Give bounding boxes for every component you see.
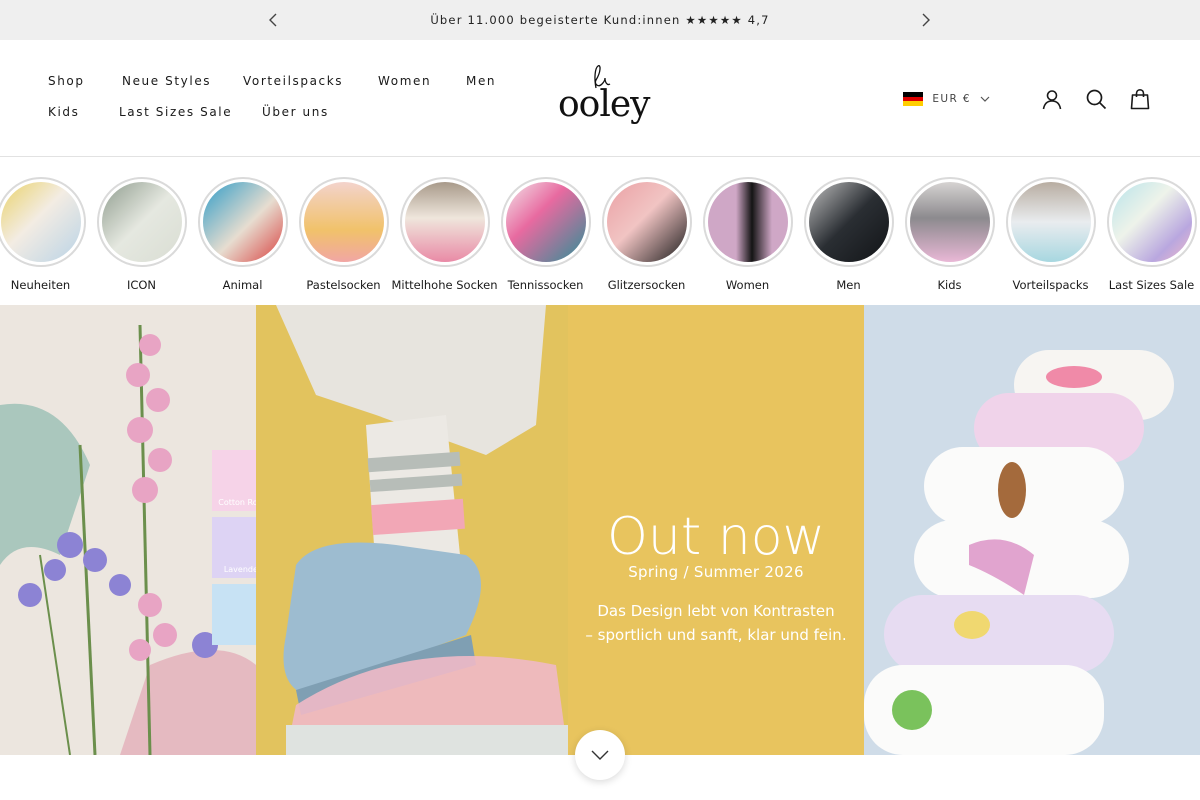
hero-image-rolled-socks [864,305,1200,755]
hero-image-socks-shoe [256,305,568,755]
category-vorteilspacks[interactable]: Vorteilspacks [1000,177,1101,292]
category-label: Kids [937,278,962,292]
announcement-text: Über 11.000 begeisterte Kund:innen ★★★★★… [430,13,770,27]
nav-item-ueber-uns[interactable]: Über uns [262,105,329,119]
hero-title: Out now [606,507,826,567]
nav-item-women[interactable]: Women [378,74,431,88]
announcement-bar: Über 11.000 begeisterte Kund:innen ★★★★★… [0,0,1200,40]
hero-description-line1: Das Design lebt von Kontrasten [597,602,835,620]
germany-flag-icon [903,92,924,107]
category-image [0,177,86,267]
category-label: Tennissocken [507,278,584,292]
hero-banner[interactable]: Cotton Rose Lavender Out now Spring / Su… [0,305,1200,755]
category-label: Animal [222,278,263,292]
category-carousel: Neuheiten ICON Animal Pastelsocken Mitte… [0,157,1200,305]
category-label: Vorteilspacks [1012,278,1089,292]
category-icon[interactable]: ICON [91,177,192,292]
category-label: Women [725,278,770,292]
category-image [500,177,591,267]
category-animal[interactable]: Animal [192,177,293,292]
category-mittelhohe-socken[interactable]: Mittelhohe Socken [391,177,498,292]
account-icon[interactable] [1040,87,1064,111]
category-image [803,177,894,267]
currency-label: EUR € [932,93,971,105]
hero-copy: Out now Spring / Summer 2026 Das Design … [568,505,864,647]
category-image [1106,177,1197,267]
site-header: Shop Neue Styles Vorteilspacks Women Men… [0,40,1200,157]
header-utilities: EUR € [903,86,1152,112]
category-image [702,177,793,267]
category-glitzersocken[interactable]: Glitzersocken [596,177,697,292]
bag-icon[interactable] [1128,87,1152,111]
category-label: Men [836,278,861,292]
hero-description: Das Design lebt von Kontrasten – sportli… [568,599,864,647]
category-image [1005,177,1096,267]
category-image [197,177,288,267]
category-tennissocken[interactable]: Tennissocken [495,177,596,292]
nav-item-neue-styles[interactable]: Neue Styles [122,74,211,88]
chevron-down-icon [980,96,990,102]
category-label: Pastelsocken [306,278,381,292]
category-label: Glitzersocken [607,278,686,292]
category-label: Neuheiten [10,278,71,292]
category-women[interactable]: Women [697,177,798,292]
nav-item-last-sizes-sale[interactable]: Last Sizes Sale [119,105,232,119]
nav-item-vorteilspacks[interactable]: Vorteilspacks [243,74,343,88]
category-label: Mittelhohe Socken [391,278,498,292]
currency-selector[interactable]: EUR € [903,92,990,107]
nav-item-shop[interactable]: Shop [48,74,85,88]
logo-wordmark: ooley [558,84,651,125]
category-neuheiten[interactable]: Neuheiten [0,177,91,292]
chevron-down-icon [591,750,609,760]
nav-item-kids[interactable]: Kids [48,105,79,119]
category-label: Last Sizes Sale [1108,278,1195,292]
category-last-sizes-sale[interactable]: Last Sizes Sale [1101,177,1200,292]
chevron-left-icon[interactable] [263,10,283,30]
category-image [298,177,389,267]
scroll-down-button[interactable] [575,730,625,780]
category-men[interactable]: Men [798,177,899,292]
category-pastelsocken[interactable]: Pastelsocken [293,177,394,292]
logo[interactable]: ooley [552,62,652,134]
chevron-right-icon[interactable] [916,10,936,30]
category-image [904,177,995,267]
search-icon[interactable] [1084,87,1108,111]
category-image [399,177,490,267]
hero-description-line2: – sportlich und sanft, klar und fein. [585,626,847,644]
category-image [96,177,187,267]
category-image [601,177,692,267]
category-kids[interactable]: Kids [899,177,1000,292]
nav-item-men[interactable]: Men [466,74,496,88]
category-label: ICON [126,278,157,292]
